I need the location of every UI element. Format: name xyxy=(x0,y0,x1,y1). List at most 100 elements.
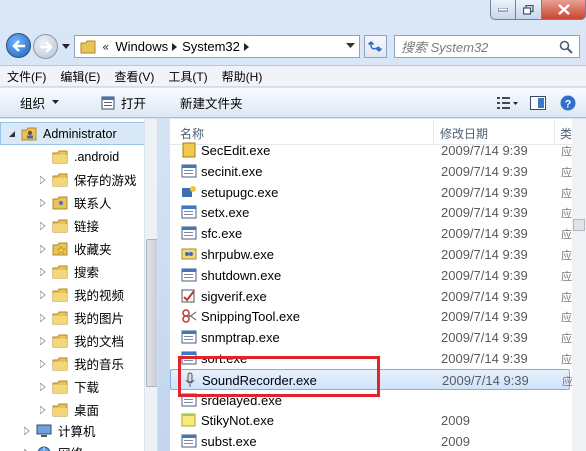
tree-expand-icon[interactable] xyxy=(38,405,48,415)
nav-item[interactable]: 收藏夹 xyxy=(0,237,146,260)
minimize-icon xyxy=(498,7,508,11)
highlight-annotation-box xyxy=(178,356,380,397)
nav-item[interactable]: 链接 xyxy=(0,214,146,237)
file-scrollbar[interactable] xyxy=(572,119,586,451)
tree-expand-icon[interactable] xyxy=(38,336,48,346)
menu-file[interactable]: 文件(F) xyxy=(0,68,53,85)
breadcrumb-separator-icon[interactable] xyxy=(243,42,250,51)
exe-file-icon xyxy=(182,142,196,158)
file-row[interactable]: SecEdit.exe 2009/7/14 9:39 应 xyxy=(170,140,572,161)
close-button[interactable] xyxy=(542,0,586,20)
recent-pages-dropdown[interactable] xyxy=(61,41,70,51)
file-scrollbar-thumb[interactable] xyxy=(573,219,585,231)
forward-button[interactable] xyxy=(33,34,58,59)
file-date: 2009/7/14 9:39 xyxy=(441,351,528,366)
caption-buttons xyxy=(490,0,586,20)
file-date: 2009/7/14 9:39 xyxy=(441,163,528,179)
menu-help[interactable]: 帮助(H) xyxy=(215,68,270,85)
minimize-button[interactable] xyxy=(490,0,516,20)
videos-icon xyxy=(52,288,68,301)
file-date: 2009/7/14 9:39 xyxy=(441,330,528,346)
menu-view[interactable]: 查看(V) xyxy=(107,68,161,85)
saved-games-icon xyxy=(52,173,68,186)
exe-file-icon xyxy=(181,205,197,219)
nav-item[interactable]: 我的视频 xyxy=(0,283,146,306)
search-input[interactable]: 搜索 System32 xyxy=(394,35,580,58)
organize-button[interactable]: 组织 xyxy=(10,93,69,112)
tree-expand-icon[interactable] xyxy=(38,382,48,392)
refresh-button[interactable] xyxy=(364,35,387,58)
nav-item-label: 链接 xyxy=(74,220,100,234)
nav-item-label: 联系人 xyxy=(74,197,112,211)
maximize-button[interactable] xyxy=(516,0,542,20)
tree-expand-icon[interactable] xyxy=(22,448,32,451)
breadcrumb-windows[interactable]: Windows xyxy=(115,39,168,54)
file-name: secinit.exe xyxy=(201,163,263,179)
nav-item[interactable]: Administrator xyxy=(0,122,146,145)
music-icon xyxy=(52,357,68,370)
address-bar[interactable]: « Windows System32 xyxy=(74,35,360,58)
tree-expand-icon[interactable] xyxy=(7,129,17,139)
file-name: StikyNot.exe xyxy=(201,413,274,429)
nav-item[interactable]: 保存的游戏 xyxy=(0,168,146,191)
menu-edit[interactable]: 编辑(E) xyxy=(53,68,107,85)
file-type: 应 xyxy=(561,187,572,200)
tree-expand-icon[interactable] xyxy=(38,175,48,185)
computer-icon xyxy=(36,424,52,437)
nav-item[interactable]: 搜索 xyxy=(0,260,146,283)
open-button[interactable]: 打开 xyxy=(91,93,156,112)
file-row[interactable]: secinit.exe 2009/7/14 9:39 应 xyxy=(170,161,572,182)
nav-item[interactable]: 网络 xyxy=(0,441,146,451)
breadcrumb-system32[interactable]: System32 xyxy=(182,39,240,54)
tree-expand-icon[interactable] xyxy=(38,313,48,323)
nav-scrollbar[interactable] xyxy=(144,119,157,451)
breadcrumb-overflow[interactable]: « xyxy=(102,40,109,54)
file-row[interactable]: SnippingTool.exe 2009/7/14 9:39 应 xyxy=(170,306,572,327)
file-row[interactable]: setx.exe 2009/7/14 9:39 应 xyxy=(170,202,572,223)
breadcrumb-separator-icon[interactable] xyxy=(172,42,178,51)
file-row[interactable]: StikyNot.exe 2009 xyxy=(170,410,570,431)
change-view-button[interactable] xyxy=(496,92,520,114)
file-row[interactable]: snmptrap.exe 2009/7/14 9:39 应 xyxy=(170,327,572,348)
file-name: snmptrap.exe xyxy=(201,330,280,346)
desktop-icon xyxy=(52,403,68,416)
chevron-down-icon[interactable] xyxy=(346,43,355,51)
file-row[interactable]: sfc.exe 2009/7/14 9:39 应 xyxy=(170,223,572,244)
tree-expand-icon[interactable] xyxy=(38,221,48,231)
tree-expand-icon[interactable] xyxy=(38,198,48,208)
tree-expand-icon[interactable] xyxy=(38,267,48,277)
tree-expand-icon[interactable] xyxy=(38,152,48,162)
help-button[interactable]: ? xyxy=(556,92,580,114)
exe-file-icon xyxy=(181,330,197,344)
file-row[interactable]: shrpubw.exe 2009/7/14 9:39 应 xyxy=(170,244,572,265)
tree-expand-icon[interactable] xyxy=(38,290,48,300)
search-icon[interactable] xyxy=(559,40,573,54)
tree-expand-icon[interactable] xyxy=(38,244,48,254)
nav-item[interactable]: 我的文档 xyxy=(0,329,146,352)
file-row[interactable]: setupugc.exe 2009/7/14 9:39 应 xyxy=(170,182,572,203)
nav-item[interactable]: .android xyxy=(0,145,146,168)
exe-file-icon xyxy=(182,309,197,324)
preview-pane-button[interactable] xyxy=(526,92,550,114)
file-row[interactable]: subst.exe 2009 xyxy=(170,431,570,451)
file-row[interactable]: sigverif.exe 2009/7/14 9:39 应 xyxy=(170,286,572,307)
nav-item[interactable]: 计算机 xyxy=(0,419,146,442)
nav-item[interactable]: 我的图片 xyxy=(0,306,146,329)
maximize-icon xyxy=(523,4,534,15)
new-folder-button[interactable]: 新建文件夹 xyxy=(170,93,253,112)
back-button[interactable] xyxy=(6,33,31,58)
refresh-icon xyxy=(368,41,383,52)
nav-item[interactable]: 我的音乐 xyxy=(0,352,146,375)
menu-tools[interactable]: 工具(T) xyxy=(161,68,214,85)
arrow-right-icon xyxy=(39,40,53,53)
navigation-pane: Administrator .android 保存的游戏联系人链接收藏夹 搜索 我的视频… xyxy=(0,119,158,451)
nav-item[interactable]: 桌面 xyxy=(0,398,146,421)
file-name: SecEdit.exe xyxy=(201,143,271,158)
nav-item-label: 桌面 xyxy=(74,404,100,418)
tree-expand-icon[interactable] xyxy=(22,426,32,436)
nav-item[interactable]: 联系人 xyxy=(0,191,146,214)
file-row[interactable]: shutdown.exe 2009/7/14 9:39 应 xyxy=(170,265,572,286)
nav-scrollbar-thumb[interactable] xyxy=(146,239,157,387)
tree-expand-icon[interactable] xyxy=(38,359,48,369)
nav-item[interactable]: 下载 xyxy=(0,375,146,398)
